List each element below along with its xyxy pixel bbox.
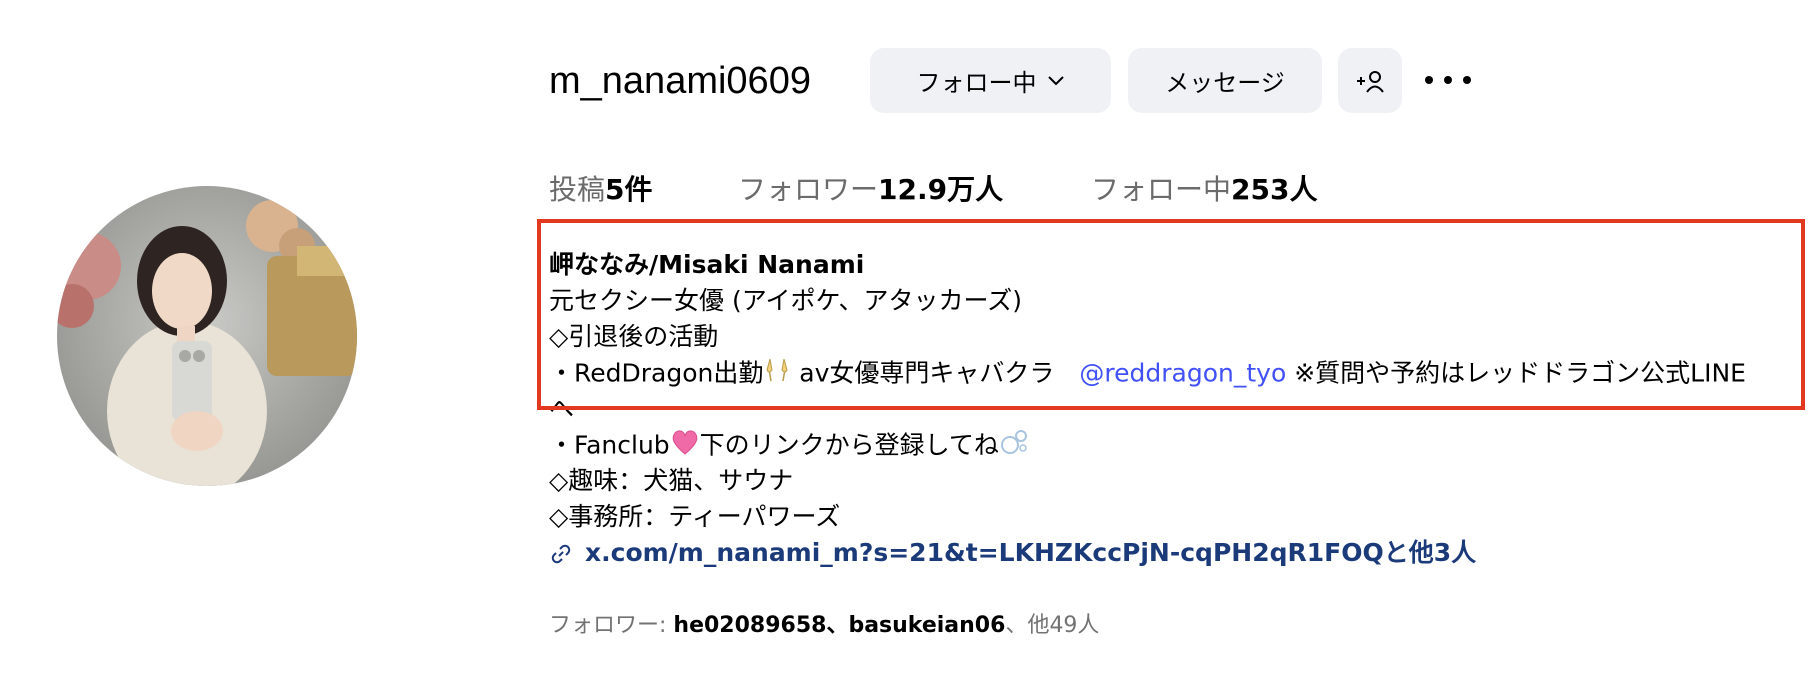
sparkling-heart-icon	[670, 428, 700, 465]
bio-line-4-start: ・Fanclub	[549, 430, 670, 460]
reddragon-mention-link[interactable]: @reddragon_tyo	[1079, 359, 1286, 388]
bio-line-3-start: ・RedDragon出勤	[549, 358, 764, 388]
followed-by-label: フォロワー:	[549, 613, 674, 638]
bio-line-3-end: ※質問や予約はレッドドラゴン公式LINE	[1286, 358, 1746, 388]
username: m_nanami0609	[549, 60, 811, 102]
following-count[interactable]: フォロー中253人	[1091, 168, 1317, 212]
bio-line-4: ・Fanclub 下のリンクから登録してね	[549, 428, 1029, 465]
followed-by[interactable]: フォロワー: he02089658、basukeian06、他49人	[549, 610, 1099, 642]
message-button-label: メッセージ	[1165, 69, 1285, 97]
bio-name: 岬ななみ/Misaki Nanami	[549, 250, 865, 279]
bio-line-3-wrap: へ	[549, 394, 575, 423]
followers-label: フォロワー	[738, 173, 879, 206]
bio-line-2: ◇引退後の活動	[549, 322, 719, 351]
link-icon	[551, 544, 571, 564]
external-link[interactable]: x.com/m_nanami_m?s=21&t=LKHZKccPjN-cqPH2…	[585, 538, 1476, 567]
following-button-label: フォロー中	[916, 69, 1037, 97]
champagne-icon	[763, 356, 791, 393]
posts-count: 投稿5件	[549, 168, 653, 212]
bubbles-icon	[999, 428, 1029, 465]
followed-by-others: 、他49人	[1005, 613, 1100, 638]
chevron-down-icon	[1047, 75, 1064, 85]
message-button[interactable]: メッセージ	[1128, 48, 1322, 113]
bio-line-6: ◇事務所：ティーパワーズ	[549, 502, 841, 531]
add-user-button[interactable]	[1338, 48, 1402, 113]
bio-line-3-middle: av女優専門キャバクラ	[791, 358, 1080, 388]
following-label: フォロー中	[1091, 173, 1232, 206]
followers-value: 12.9万人	[878, 173, 1004, 206]
bio-line-1: 元セクシー女優 (アイポケ、アタッカーズ)	[549, 286, 1022, 315]
add-user-icon	[1357, 70, 1384, 93]
avatar[interactable]	[57, 186, 357, 486]
more-dot	[1463, 76, 1471, 84]
more-dot	[1444, 76, 1452, 84]
profile-photo	[57, 186, 357, 486]
more-options-button[interactable]	[1425, 62, 1471, 98]
posts-label: 投稿	[549, 173, 606, 206]
followers-count[interactable]: フォロワー12.9万人	[738, 168, 1003, 212]
followed-by-users[interactable]: he02089658、basukeian06	[673, 613, 1005, 638]
bio-line-5: ◇趣味：犬猫、サウナ	[549, 466, 794, 495]
bio-line-4-end: 下のリンクから登録してね	[699, 430, 999, 460]
more-dot	[1425, 76, 1433, 84]
following-value: 253人	[1231, 173, 1318, 206]
following-button[interactable]: フォロー中	[870, 48, 1111, 113]
bio-line-3: ・RedDragon出勤 av女優専門キャバクラ @reddragon_tyo …	[549, 356, 1746, 393]
bio-link-row[interactable]: x.com/m_nanami_m?s=21&t=LKHZKccPjN-cqPH2…	[549, 536, 1476, 570]
posts-value: 5件	[605, 173, 653, 206]
